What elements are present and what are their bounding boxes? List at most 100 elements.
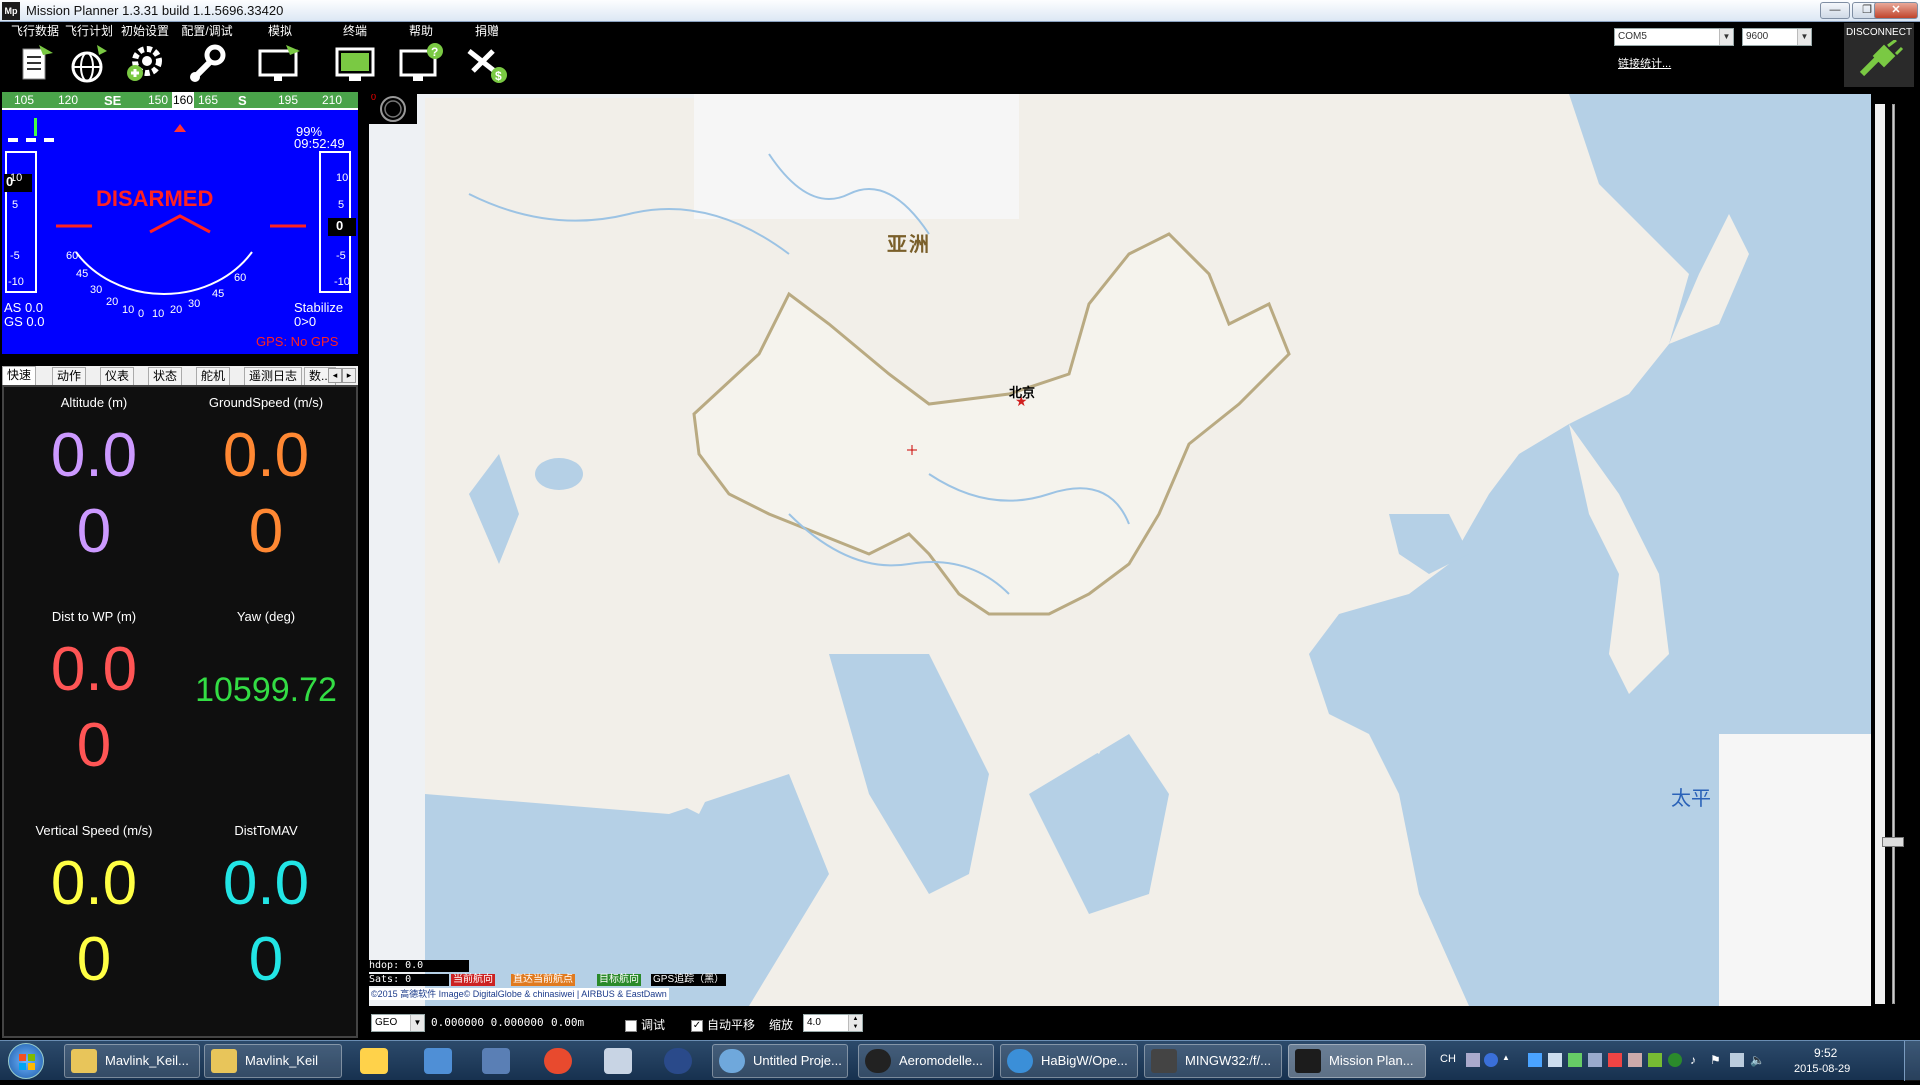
pinned-search-app[interactable] <box>350 1044 398 1078</box>
coord-system-select[interactable]: GEO ▼ <box>371 1014 425 1032</box>
keyboard-icon[interactable] <box>1466 1053 1480 1067</box>
donate-button[interactable]: 捐赠 $ <box>454 22 520 92</box>
legend-gps-track: GPS追踪（黑） <box>651 974 727 986</box>
tray-security-icon[interactable] <box>1648 1053 1662 1067</box>
task-label: Mavlink_Keil... <box>105 1053 189 1068</box>
tab-quick[interactable]: 快速 <box>2 366 37 385</box>
hdop-readout: hdop: 0.0 <box>369 960 469 972</box>
speaker-icon[interactable]: 🔈 <box>1750 1053 1765 1067</box>
coordinates-readout: 0.000000 0.000000 <box>431 1016 544 1029</box>
tab-telemetry-logs[interactable]: 遥测日志 <box>244 367 303 385</box>
plug-icon <box>1859 38 1904 77</box>
minimize-button[interactable]: — <box>1820 2 1850 19</box>
data-tabs: 快速 动作 仪表 状态 舵机 遥测日志 数... ◂ ▸ <box>2 366 358 385</box>
quick-yaw[interactable]: Yaw (deg) 10599.72 <box>180 609 352 710</box>
quick-altitude[interactable]: Altitude (m) 0.0 0 <box>8 395 180 570</box>
pinned-screenshot-app[interactable] <box>472 1044 520 1078</box>
taskbar-item-mingw32[interactable]: MINGW32:/f/... <box>1144 1044 1282 1078</box>
heading-tick: S <box>238 93 247 108</box>
terminal-button[interactable]: 终端 <box>322 22 388 92</box>
baud-rate-select[interactable]: 9600 ▼ <box>1742 28 1812 46</box>
tray-app-icon[interactable] <box>1528 1053 1542 1067</box>
legend-target-heading: 目标航向 <box>597 974 641 986</box>
taskbar-item-untitled-project[interactable]: Untitled Proje... <box>712 1044 848 1078</box>
quick-panel: Altitude (m) 0.0 0 GroundSpeed (m/s) 0.0… <box>2 385 358 1038</box>
config-tuning-label: 配置/调试 <box>181 24 233 38</box>
quick-label: Vertical Speed (m/s) <box>35 823 153 838</box>
input-language[interactable]: CH <box>1440 1053 1456 1065</box>
terminal-monitor-icon <box>335 47 375 81</box>
help-icon[interactable] <box>1484 1053 1498 1067</box>
config-tuning-button[interactable]: 配置/调试 <box>174 22 240 92</box>
stepper-arrows-icon[interactable]: ▲ ▼ <box>848 1015 862 1031</box>
flight-plan-globe-icon <box>71 45 107 83</box>
close-button[interactable]: ✕ <box>1874 2 1918 19</box>
airspeed-readout: AS 0.0 <box>4 300 44 315</box>
taskbar-item-mavlink-keil-1[interactable]: Mavlink_Keil... <box>64 1044 200 1078</box>
tray-expand-icon[interactable]: ▲ <box>1502 1053 1510 1067</box>
roll-tick: 20 <box>106 296 119 308</box>
autopan-checkbox[interactable]: ✓ 自动平移 <box>691 1016 755 1033</box>
splitter[interactable] <box>358 92 369 1040</box>
taskbar-item-mavlink-keil-2[interactable]: Mavlink_Keil <box>204 1044 342 1078</box>
show-desktop-button[interactable] <box>1904 1041 1920 1081</box>
quick-sub-value: 0 <box>248 497 284 566</box>
network-icon[interactable] <box>1730 1053 1744 1067</box>
quick-sub-value: 0 <box>76 711 112 780</box>
disconnect-button[interactable]: DISCONNECT <box>1844 23 1914 87</box>
map-view[interactable]: ★ 0 亚洲 北京 太平 hdop: 0.0 Sats: 0 当前航向 直达当前… <box>369 94 1871 1006</box>
pinned-arduino[interactable] <box>654 1044 702 1078</box>
help-button[interactable]: 帮助 ? <box>388 22 454 92</box>
debug-checkbox[interactable]: 调试 <box>625 1016 665 1033</box>
pinned-media-player[interactable] <box>534 1044 582 1078</box>
tab-scroll-right-icon[interactable]: ▸ <box>342 368 356 383</box>
clock-date[interactable]: 2015-08-29 <box>1794 1063 1850 1075</box>
quick-dist-to-mav[interactable]: DistToMAV 0.0 0 <box>180 823 352 998</box>
zoom-slider-handle[interactable] <box>1882 837 1904 847</box>
pinned-explorer[interactable] <box>414 1044 462 1078</box>
quick-groundspeed[interactable]: GroundSpeed (m/s) 0.0 0 <box>180 395 352 570</box>
simulation-button[interactable]: 模拟 <box>247 22 313 92</box>
tray-alert-icon[interactable] <box>1608 1053 1622 1067</box>
calculator-icon <box>604 1048 632 1074</box>
flag-icon[interactable]: ⚑ <box>1710 1053 1724 1067</box>
taskbar-item-habigw[interactable]: HaBigW/Ope... <box>1000 1044 1138 1078</box>
disconnect-label: DISCONNECT <box>1845 27 1913 38</box>
terminal-label: 终端 <box>342 24 367 38</box>
tab-scroll-left-icon[interactable]: ◂ <box>328 368 342 383</box>
tray-window-icon[interactable] <box>1548 1053 1562 1067</box>
hud-display: 105 120 SE 150 165 S 195 210 160 0 0 10 … <box>2 92 358 354</box>
quick-dist-to-wp[interactable]: Dist to WP (m) 0.0 0 <box>8 609 180 784</box>
clock-time[interactable]: 9:52 <box>1814 1046 1837 1060</box>
tab-gauges[interactable]: 仪表 <box>100 367 135 385</box>
start-button[interactable] <box>8 1043 44 1079</box>
link-stats-link[interactable]: 链接统计... <box>1618 55 1671 71</box>
gps-status: GPS: No GPS <box>256 334 339 349</box>
tray-sync-icon[interactable] <box>1628 1053 1642 1067</box>
zoom-stepper[interactable]: 4.0 ▲ ▼ <box>803 1014 863 1032</box>
tab-servo[interactable]: 舵机 <box>196 367 231 385</box>
compass-widget[interactable] <box>369 94 417 124</box>
tray-shield-icon[interactable] <box>1568 1053 1582 1067</box>
taskbar-item-mission-planner[interactable]: Mission Plan... <box>1288 1044 1426 1078</box>
taskbar-item-aeromodeller[interactable]: Aeromodelle... <box>858 1044 994 1078</box>
task-label: Mavlink_Keil <box>245 1053 318 1068</box>
tab-actions[interactable]: 动作 <box>52 367 87 385</box>
simulation-label: 模拟 <box>267 24 292 38</box>
tray-antivirus-icon[interactable] <box>1668 1053 1682 1067</box>
quick-vertical-speed[interactable]: Vertical Speed (m/s) 0.0 0 <box>8 823 180 998</box>
tray-network-icon[interactable] <box>1588 1053 1602 1067</box>
zoom-slider-track[interactable] <box>1892 104 1895 1004</box>
quick-label: Altitude (m) <box>60 395 128 410</box>
roll-tick: 20 <box>170 304 183 316</box>
tab-status[interactable]: 状态 <box>148 367 183 385</box>
svg-text:?: ? <box>431 45 438 59</box>
volume-icon[interactable]: ♪ <box>1690 1053 1704 1067</box>
initial-setup-button[interactable]: 初始设置 <box>112 22 178 92</box>
quick-value: 0.0 <box>222 849 310 918</box>
qq-penguin-icon <box>865 1049 891 1073</box>
com-port-select[interactable]: COM5 ▼ <box>1614 28 1734 46</box>
zoom-value: 4.0 <box>807 1017 821 1028</box>
roll-tick: 30 <box>188 298 201 310</box>
pinned-calculator[interactable] <box>594 1044 642 1078</box>
